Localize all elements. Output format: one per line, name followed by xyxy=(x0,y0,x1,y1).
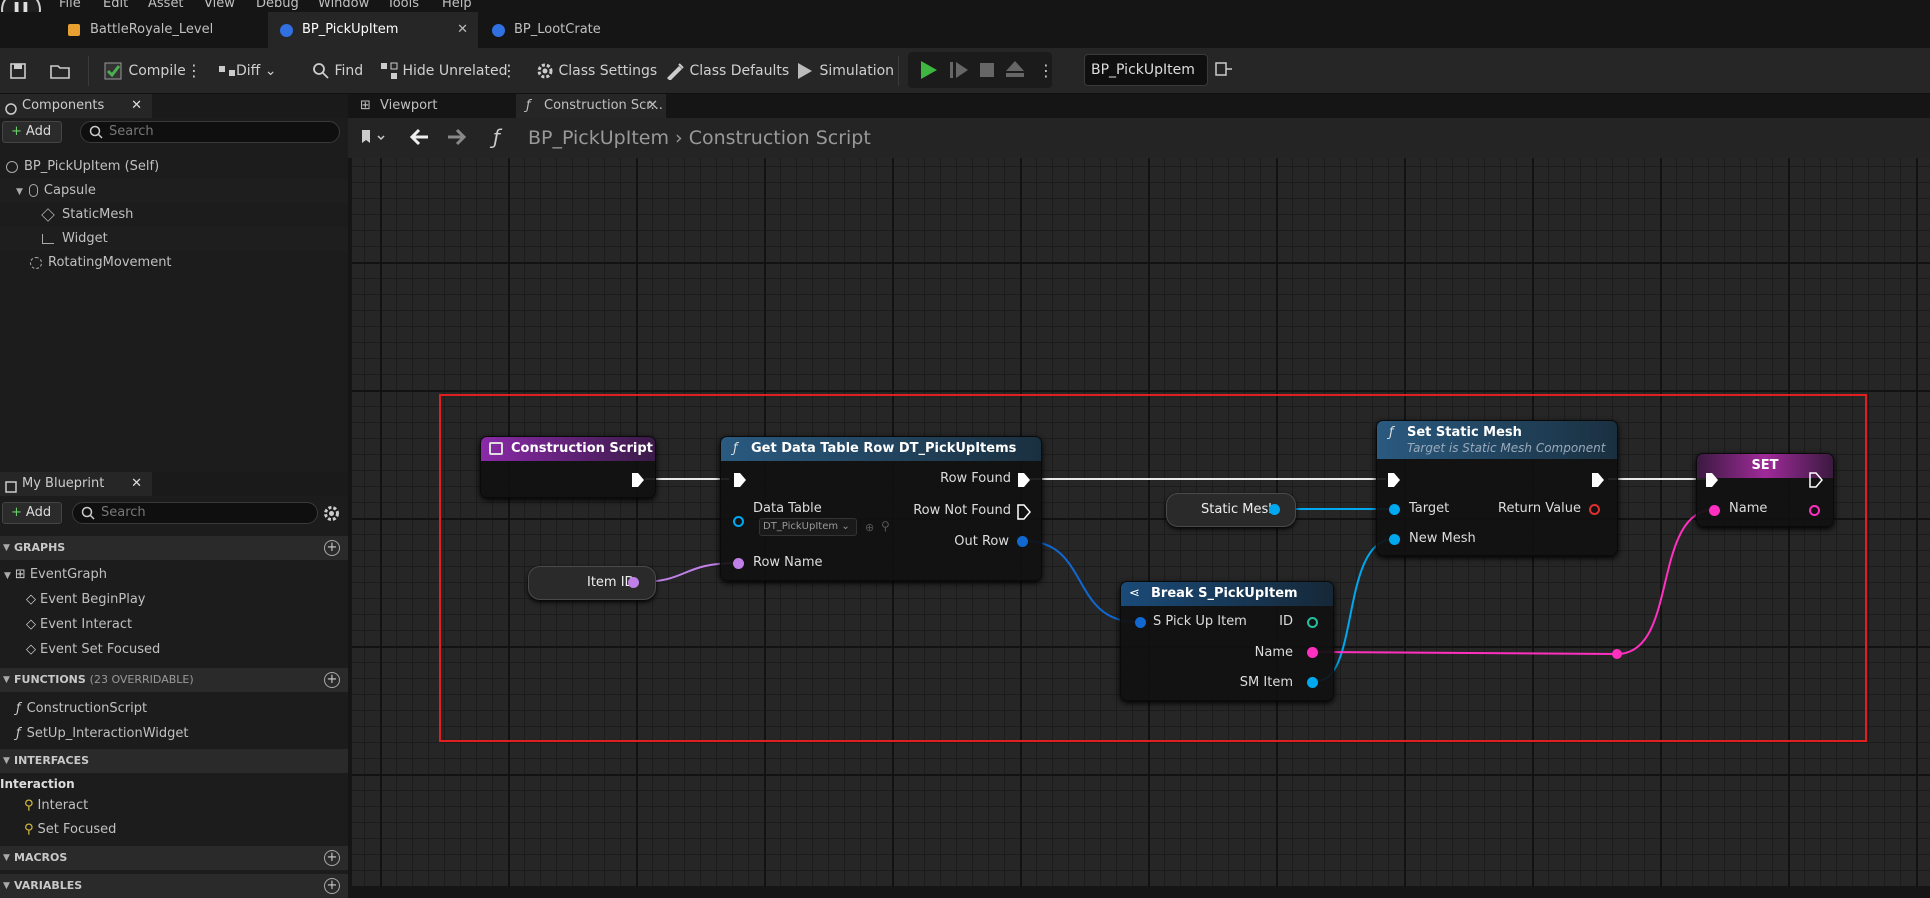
selection-rectangle xyxy=(439,394,1867,742)
